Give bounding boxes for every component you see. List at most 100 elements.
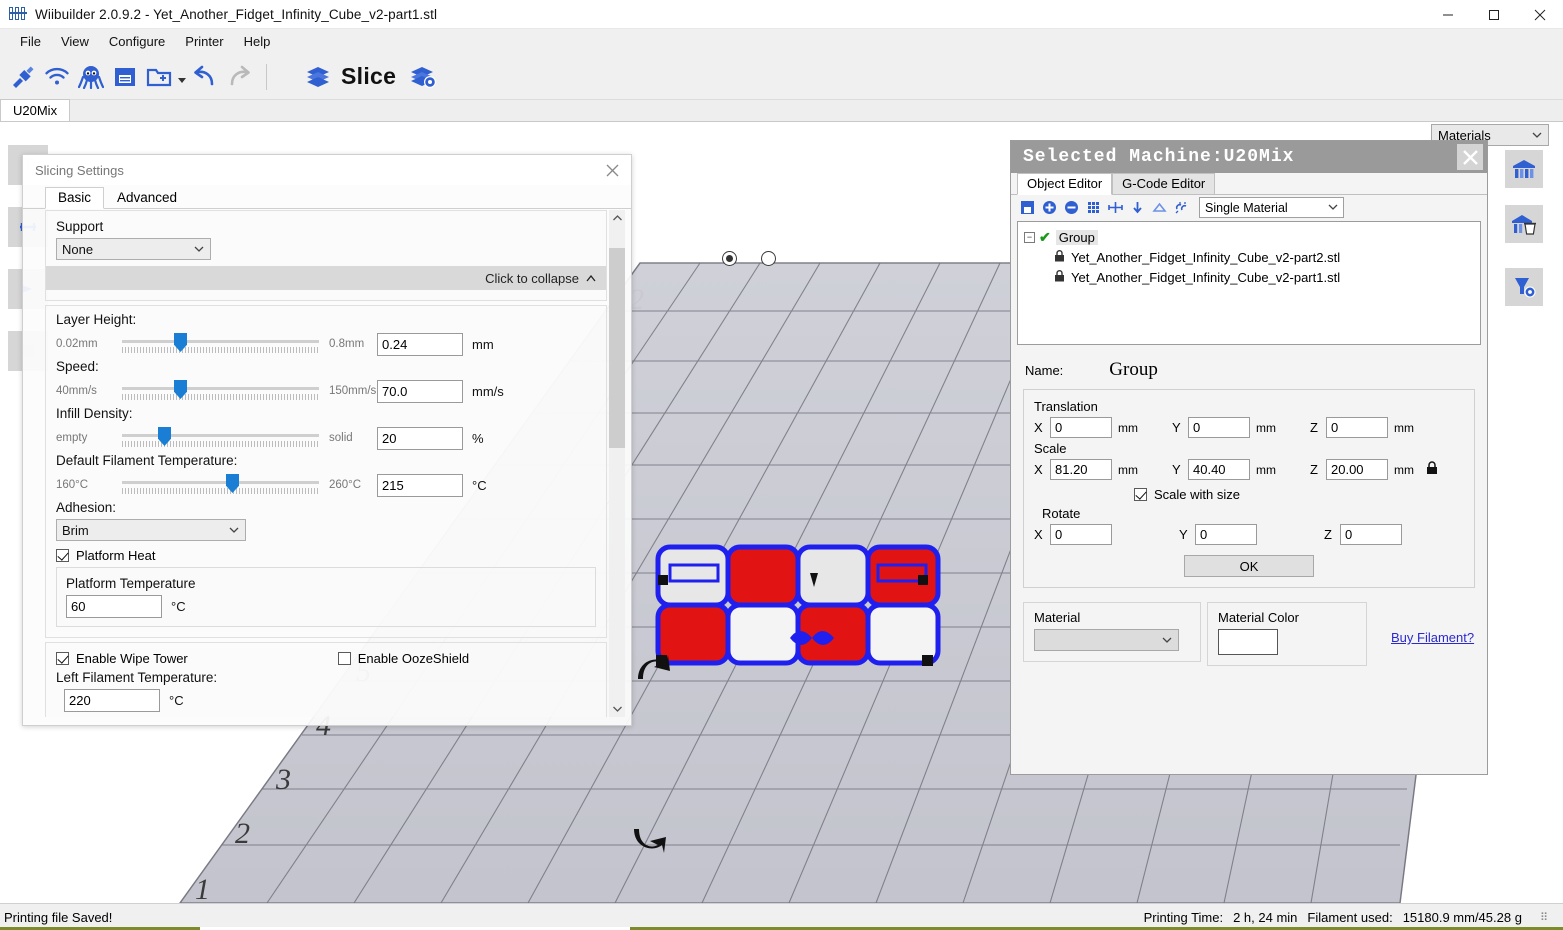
scale-z-input[interactable] (1326, 459, 1388, 480)
infill-density-input[interactable] (377, 426, 463, 450)
filament-temp-min: 160°C (56, 479, 89, 491)
menu-help[interactable]: Help (234, 31, 281, 52)
translation-y-input[interactable] (1188, 417, 1250, 438)
collapse-node-icon[interactable]: − (1024, 231, 1035, 243)
tab-advanced[interactable]: Advanced (104, 187, 190, 209)
ungroup-object-icon[interactable] (1171, 198, 1191, 218)
wipe-tower-row[interactable]: Enable Wipe Tower (56, 651, 188, 666)
scale-y-input[interactable] (1188, 459, 1250, 480)
scroll-up-icon[interactable] (609, 210, 625, 226)
connect-usb-icon[interactable] (6, 58, 40, 96)
tree-row-child[interactable]: Yet_Another_Fidget_Infinity_Cube_v2-part… (1024, 267, 1474, 287)
scrollbar-thumb[interactable] (609, 248, 625, 448)
rotate-y-input[interactable] (1195, 524, 1257, 545)
selected-machine-panel[interactable]: Selected Machine:U20Mix Object Editor G-… (1010, 140, 1488, 775)
tree-row-group[interactable]: − ✔ Group (1024, 227, 1474, 247)
lock-aspect-icon[interactable] (1426, 461, 1438, 478)
ooze-shield-checkbox[interactable] (337, 652, 351, 665)
machine-delete-icon[interactable] (1505, 205, 1543, 243)
adhesion-value: Brim (62, 522, 89, 538)
close-icon[interactable] (599, 158, 625, 182)
undo-icon[interactable] (188, 58, 222, 96)
lock-icon (1054, 269, 1065, 285)
open-folder-dropdown-icon[interactable] (176, 58, 188, 96)
tab-gcode-editor[interactable]: G-Code Editor (1112, 173, 1216, 195)
infill-max: solid (329, 432, 353, 444)
speed-slider[interactable] (122, 378, 319, 404)
ok-button[interactable]: OK (1184, 555, 1314, 577)
platform-heat-row[interactable]: Platform Heat (56, 548, 596, 563)
remove-object-icon[interactable] (1061, 198, 1081, 218)
scale-x-axis: X (1034, 462, 1043, 477)
rotate-arrow-icon[interactable] (630, 823, 668, 857)
extruder-settings-icon[interactable] (1505, 268, 1543, 306)
material-mode-select[interactable]: Single Material (1199, 197, 1344, 218)
filament-temp-input[interactable] (377, 473, 463, 497)
slicing-settings-dialog[interactable]: Slicing Settings Basic Advanced Support … (22, 154, 632, 726)
wipe-tower-checkbox[interactable] (56, 652, 69, 665)
octopus-icon[interactable] (74, 58, 108, 96)
layer-height-slider[interactable] (122, 331, 319, 357)
adhesion-select[interactable]: Brim (56, 519, 246, 541)
collapse-toggle[interactable]: Click to collapse (46, 266, 606, 290)
machine-settings-icon[interactable] (1505, 150, 1543, 188)
add-object-icon[interactable] (1039, 198, 1059, 218)
rotate-arrow-icon[interactable] (634, 651, 672, 685)
close-icon[interactable] (1457, 144, 1483, 170)
ooze-shield-row[interactable]: Enable OozeShield (337, 651, 469, 666)
menu-configure[interactable]: Configure (99, 31, 175, 52)
slice-stack-icon[interactable] (301, 58, 335, 96)
object-tree[interactable]: − ✔ Group Yet_Another_Fidget_Infinity_Cu… (1017, 221, 1481, 345)
lock-icon (1054, 249, 1065, 265)
scale-with-size-checkbox[interactable] (1134, 488, 1147, 501)
scroll-down-icon[interactable] (609, 701, 625, 717)
tree-child-label-0: Yet_Another_Fidget_Infinity_Cube_v2-part… (1071, 249, 1341, 265)
tree-row-child[interactable]: Yet_Another_Fidget_Infinity_Cube_v2-part… (1024, 247, 1474, 267)
model-fidget-cube[interactable] (650, 533, 980, 713)
printing-time-value: 2 h, 24 min (1233, 909, 1298, 925)
menu-view[interactable]: View (51, 31, 99, 52)
scale-with-size-row[interactable]: Scale with size (1134, 487, 1464, 502)
array-copy-icon[interactable] (1083, 198, 1103, 218)
slice-settings-icon[interactable] (406, 58, 440, 96)
platform-temperature-input[interactable] (66, 595, 162, 618)
menu-file[interactable]: File (10, 31, 51, 52)
rotate-z-input[interactable] (1340, 524, 1402, 545)
translation-z-input[interactable] (1326, 417, 1388, 438)
drop-to-plate-icon[interactable] (1127, 198, 1147, 218)
platform-heat-checkbox[interactable] (56, 549, 69, 562)
left-filament-temp-input[interactable] (64, 689, 160, 712)
resize-grip-icon[interactable]: ⠿ (1540, 911, 1549, 924)
doc-tab-u20mix[interactable]: U20Mix (0, 99, 71, 121)
speed-row: 40mm/s 150mm/s mm/s (56, 378, 596, 404)
support-select[interactable]: None (56, 238, 211, 260)
filament-temp-slider[interactable] (122, 472, 319, 498)
close-icon[interactable] (1517, 0, 1563, 29)
redo-icon[interactable] (222, 58, 256, 96)
material-color-swatch[interactable] (1218, 629, 1278, 655)
slice-button-label[interactable]: Slice (341, 63, 396, 90)
rotate-x-input[interactable] (1050, 524, 1112, 545)
minimize-icon[interactable] (1425, 0, 1471, 29)
machine-panel-title: Selected Machine:U20Mix (1023, 147, 1295, 167)
view-mode-layers[interactable] (761, 251, 776, 266)
open-folder-icon[interactable] (142, 58, 176, 96)
infill-density-slider[interactable] (122, 425, 319, 451)
material-select[interactable] (1034, 629, 1179, 651)
tab-basic[interactable]: Basic (45, 187, 105, 209)
save-object-icon[interactable] (1017, 198, 1037, 218)
view-mode-solid[interactable] (722, 251, 737, 266)
tab-object-editor[interactable]: Object Editor (1017, 173, 1113, 195)
save-icon[interactable] (108, 58, 142, 96)
mirror-object-icon[interactable] (1149, 198, 1169, 218)
maximize-icon[interactable] (1471, 0, 1517, 29)
speed-input[interactable] (377, 379, 463, 403)
slicing-settings-scrollbar[interactable] (609, 210, 625, 717)
translation-x-input[interactable] (1050, 417, 1112, 438)
buy-filament-link[interactable]: Buy Filament? (1391, 630, 1474, 645)
menu-printer[interactable]: Printer (175, 31, 233, 52)
scale-x-input[interactable] (1050, 459, 1112, 480)
layer-height-input[interactable] (377, 332, 463, 356)
center-object-icon[interactable] (1105, 198, 1125, 218)
wifi-icon[interactable] (40, 58, 74, 96)
